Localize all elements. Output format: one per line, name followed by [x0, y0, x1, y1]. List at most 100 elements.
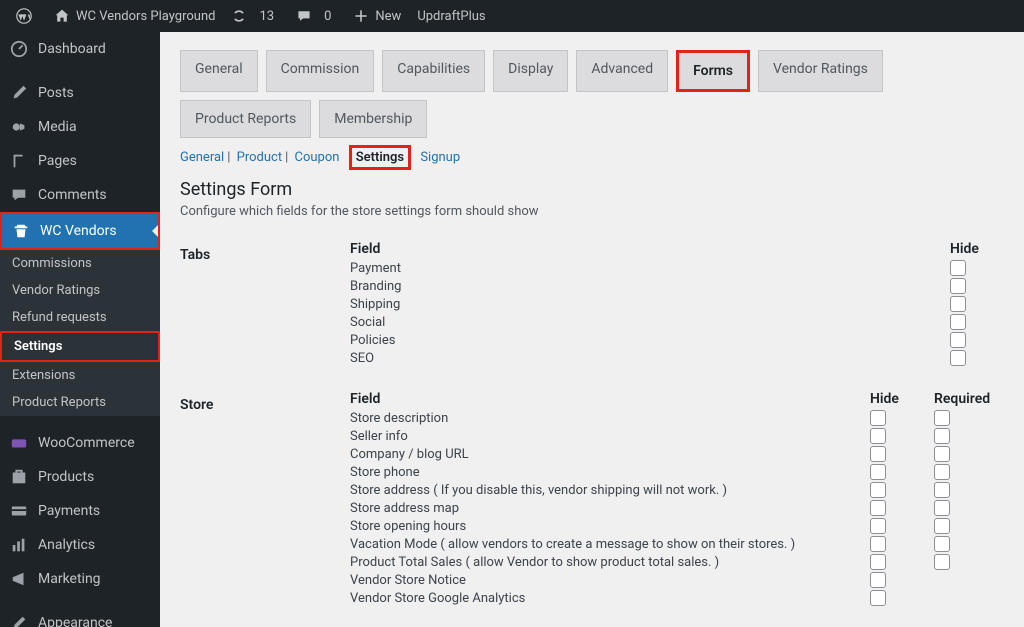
- hide-checkbox[interactable]: [870, 590, 886, 606]
- sidebar-item-wc-vendors[interactable]: WC Vendors: [0, 212, 160, 250]
- field-label: Policies: [350, 332, 940, 349]
- field-label: SEO: [350, 350, 940, 367]
- tab-commission[interactable]: Commission: [266, 50, 375, 92]
- field-label: Company / blog URL: [350, 446, 860, 463]
- site-name: WC Vendors Playground: [76, 9, 215, 24]
- required-checkbox[interactable]: [934, 536, 950, 552]
- column-header: Hide: [950, 241, 1004, 259]
- sidebar-item-comments[interactable]: Comments: [0, 178, 160, 212]
- tab-product-reports[interactable]: Product Reports: [180, 100, 311, 138]
- hide-checkbox[interactable]: [870, 500, 886, 516]
- sidebar-item-label: Pages: [38, 153, 77, 169]
- sidebar-item-marketing[interactable]: Marketing: [0, 562, 160, 596]
- sidebar-sub-extensions[interactable]: Extensions: [0, 362, 160, 389]
- wp-logo[interactable]: [8, 0, 46, 32]
- tab-vendor-ratings[interactable]: Vendor Ratings: [758, 50, 883, 92]
- tab-forms[interactable]: Forms: [676, 50, 750, 92]
- required-checkbox[interactable]: [934, 500, 950, 516]
- new-content-link[interactable]: New: [345, 0, 409, 32]
- sidebar-sub-settings[interactable]: Settings: [0, 331, 160, 362]
- subtab-product[interactable]: Product: [237, 150, 282, 165]
- tab-membership[interactable]: Membership: [319, 100, 427, 138]
- comments-link[interactable]: 0: [288, 0, 345, 32]
- hide-checkbox[interactable]: [950, 278, 966, 294]
- updates-link[interactable]: 13: [223, 0, 288, 32]
- sidebar-item-woocommerce[interactable]: WooCommerce: [0, 426, 160, 460]
- column-header: Field: [350, 391, 860, 409]
- sidebar-item-label: Appearance: [38, 615, 112, 627]
- sidebar-item-label: Marketing: [38, 571, 101, 587]
- required-checkbox[interactable]: [934, 518, 950, 534]
- subtab-settings[interactable]: Settings: [349, 145, 411, 170]
- sidebar-item-dashboard[interactable]: Dashboard: [0, 32, 160, 66]
- field-label: Vacation Mode ( allow vendors to create …: [350, 536, 860, 553]
- sidebar-item-label: Posts: [38, 85, 74, 101]
- page-description: Configure which fields for the store set…: [180, 204, 1004, 219]
- hide-checkbox[interactable]: [870, 446, 886, 462]
- section-label: Store: [180, 391, 350, 627]
- field-label: Payment: [350, 260, 940, 277]
- comments-count: 0: [318, 9, 337, 24]
- sidebar-item-label: Media: [38, 119, 77, 135]
- field-label: Branding: [350, 278, 940, 295]
- sidebar-item-posts[interactable]: Posts: [0, 76, 160, 110]
- hide-checkbox[interactable]: [870, 518, 886, 534]
- subtab-general[interactable]: General: [180, 150, 224, 165]
- section-label: Tabs: [180, 241, 350, 391]
- tab-display[interactable]: Display: [493, 50, 568, 92]
- field-label: Vendor Store Google Analytics: [350, 590, 860, 607]
- sidebar-item-label: WC Vendors: [40, 223, 117, 239]
- hide-checkbox[interactable]: [950, 314, 966, 330]
- sidebar-item-products[interactable]: Products: [0, 460, 160, 494]
- sidebar-item-appearance[interactable]: Appearance: [0, 606, 160, 627]
- subtab-coupon[interactable]: Coupon: [295, 150, 340, 165]
- sidebar-submenu: Commissions Vendor Ratings Refund reques…: [0, 250, 160, 416]
- required-checkbox[interactable]: [934, 482, 950, 498]
- field-label: Seller info: [350, 428, 860, 445]
- hide-checkbox[interactable]: [870, 536, 886, 552]
- subtab-signup[interactable]: Signup: [420, 150, 460, 165]
- tab-advanced[interactable]: Advanced: [576, 50, 668, 92]
- hide-checkbox[interactable]: [870, 554, 886, 570]
- sidebar-item-label: Analytics: [38, 537, 95, 553]
- hide-checkbox[interactable]: [950, 296, 966, 312]
- sidebar-item-media[interactable]: Media: [0, 110, 160, 144]
- hide-checkbox[interactable]: [870, 410, 886, 426]
- hide-checkbox[interactable]: [870, 482, 886, 498]
- sidebar-sub-commissions[interactable]: Commissions: [0, 250, 160, 277]
- sidebar-item-pages[interactable]: Pages: [0, 144, 160, 178]
- required-checkbox[interactable]: [934, 410, 950, 426]
- required-checkbox[interactable]: [934, 464, 950, 480]
- required-checkbox[interactable]: [934, 428, 950, 444]
- required-checkbox[interactable]: [934, 554, 950, 570]
- page-title: Settings Form: [180, 179, 1004, 200]
- field-label: Store opening hours: [350, 518, 860, 535]
- hide-checkbox[interactable]: [950, 332, 966, 348]
- hide-checkbox[interactable]: [870, 572, 886, 588]
- sidebar-item-label: WooCommerce: [38, 435, 135, 451]
- hide-checkbox[interactable]: [870, 428, 886, 444]
- updraft-label: UpdraftPlus: [417, 9, 485, 24]
- sidebar-item-payments[interactable]: Payments: [0, 494, 160, 528]
- updraftplus-link[interactable]: UpdraftPlus: [409, 0, 493, 32]
- field-label: Store address map: [350, 500, 860, 517]
- column-header: Hide: [870, 391, 924, 409]
- sidebar-sub-product-reports[interactable]: Product Reports: [0, 389, 160, 416]
- site-name-link[interactable]: WC Vendors Playground: [46, 0, 223, 32]
- new-label: New: [375, 9, 401, 24]
- settings-form-table: TabsFieldHidePaymentBrandingShippingSoci…: [180, 241, 1004, 627]
- hide-checkbox[interactable]: [950, 260, 966, 276]
- tab-general[interactable]: General: [180, 50, 258, 92]
- field-label: Vendor Store Notice: [350, 572, 860, 589]
- hide-checkbox[interactable]: [950, 350, 966, 366]
- nav-tabs: General Commission Capabilities Display …: [180, 50, 1004, 138]
- required-checkbox[interactable]: [934, 446, 950, 462]
- tab-capabilities[interactable]: Capabilities: [382, 50, 485, 92]
- sidebar-sub-vendor-ratings[interactable]: Vendor Ratings: [0, 277, 160, 304]
- sidebar-item-label: Comments: [38, 187, 107, 203]
- sidebar-sub-refund-requests[interactable]: Refund requests: [0, 304, 160, 331]
- column-header: Field: [350, 241, 940, 259]
- admin-bar: WC Vendors Playground 13 0 New UpdraftPl…: [0, 0, 1024, 32]
- sidebar-item-analytics[interactable]: Analytics: [0, 528, 160, 562]
- hide-checkbox[interactable]: [870, 464, 886, 480]
